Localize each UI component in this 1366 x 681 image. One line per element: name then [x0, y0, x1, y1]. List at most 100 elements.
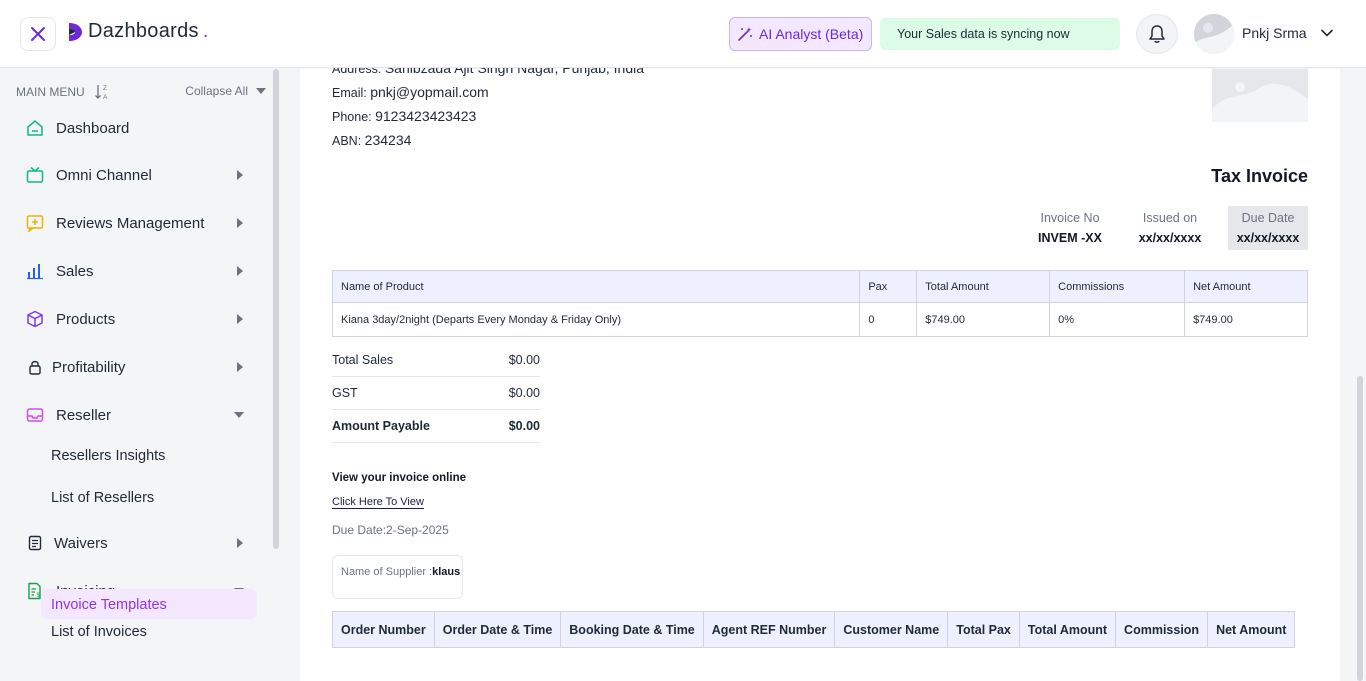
view-online-heading: View your invoice online — [332, 472, 466, 484]
total-value: $0.00 — [508, 353, 540, 367]
due-prefix: Due Date: — [332, 523, 387, 537]
sidebar-item-label: Omni Channel — [56, 166, 152, 184]
supplier-abn: ABN: 234234 — [332, 132, 411, 148]
sidebar-item-sales[interactable]: Sales — [16, 253, 260, 289]
issued-on-field: Issued on xx/xx/xxxx — [1134, 206, 1206, 250]
column-header: Customer Name — [834, 611, 949, 648]
chevron-right-icon — [237, 266, 243, 276]
svg-text:A: A — [103, 94, 108, 101]
column-header: Net Amount — [1207, 611, 1296, 648]
sidebar-item-label: Sales — [56, 262, 94, 280]
collapse-all-label: Collapse All — [185, 84, 248, 98]
caret-down-icon — [256, 88, 266, 94]
sort-icon[interactable]: ZA — [94, 83, 112, 101]
table-row: Kiana 3day/2night (Departs Every Monday … — [331, 302, 1308, 337]
table-cell: Kiana 3day/2night (Departs Every Monday … — [331, 302, 861, 337]
chevron-right-icon — [237, 538, 243, 548]
chevron-down-icon[interactable] — [1320, 26, 1334, 40]
brand-name: Dazhboards — [88, 20, 199, 42]
sidebar-item-omni-channel[interactable]: Omni Channel — [16, 157, 260, 193]
orders-table-header-row: Order Number Order Date & Time Booking D… — [332, 611, 1296, 648]
caret-down-icon — [234, 412, 244, 418]
abn-value: 234234 — [364, 132, 412, 148]
tv-icon — [24, 166, 46, 184]
sidebar-item-label: Reviews Management — [56, 214, 205, 232]
sidebar-item-label: Waivers — [54, 534, 108, 552]
email-value: pnkj@yopmail.com — [370, 84, 489, 100]
document-icon — [24, 535, 46, 551]
total-label: Total Sales — [332, 353, 394, 367]
sidebar-item-dashboard[interactable]: Dashboard — [16, 110, 260, 146]
phone-value: 9123423423423 — [375, 108, 477, 124]
column-header: Name of Product — [331, 270, 861, 303]
sidebar-item-reviews[interactable]: Reviews Management — [16, 205, 260, 241]
sidebar-item-products[interactable]: Products — [16, 301, 260, 337]
logo-placeholder-image — [1212, 69, 1308, 122]
invoice-number-value: INVEM -XX — [1038, 231, 1102, 245]
sync-status-badge: Your Sales data is syncing now — [880, 18, 1120, 50]
amount-payable-row: Amount Payable $0.00 — [332, 410, 540, 443]
phone-label: Phone: — [332, 110, 372, 124]
total-label: GST — [332, 386, 358, 400]
sidebar-subitem-list-of-resellers[interactable]: List of Resellers — [51, 490, 154, 506]
close-icon — [31, 27, 45, 41]
sidebar-item-label: Dashboard — [56, 119, 130, 137]
sidebar-scrollbar[interactable] — [273, 69, 279, 549]
chart-icon — [24, 262, 46, 280]
avatar[interactable] — [1194, 14, 1234, 54]
total-value: $0.00 — [508, 386, 540, 400]
review-icon — [24, 214, 46, 232]
gst-row: GST $0.00 — [332, 377, 540, 410]
view-invoice-link[interactable]: Click Here To View — [332, 496, 424, 509]
chevron-right-icon — [237, 218, 243, 228]
ai-analyst-button[interactable]: AI Analyst (Beta) — [729, 17, 872, 51]
column-header: Total Amount — [1018, 611, 1117, 648]
sidebar-subitem-invoice-templates[interactable]: Invoice Templates — [41, 589, 257, 619]
invoice-number-label: Invoice No — [1040, 211, 1100, 225]
email-label: Email: — [332, 86, 367, 100]
sidebar-item-label: Products — [56, 310, 116, 328]
product-table-header-row: Name of Product Pax Total Amount Commiss… — [331, 270, 1308, 303]
total-sales-row: Total Sales $0.00 — [332, 344, 540, 377]
sidebar-item-waivers[interactable]: Waivers — [16, 525, 260, 561]
lock-icon — [24, 359, 46, 375]
ai-analyst-label: AI Analyst (Beta) — [759, 26, 864, 42]
chevron-right-icon — [237, 170, 243, 180]
close-sidebar-button[interactable] — [20, 17, 56, 51]
column-header: Total Amount — [916, 270, 1051, 303]
sidebar-item-reseller[interactable]: Reseller — [16, 397, 260, 433]
chevron-right-icon — [237, 314, 243, 324]
column-header: Commissions — [1049, 270, 1186, 303]
invoice-number-field: Invoice No INVEM -XX — [1034, 206, 1106, 250]
due-date-text: 2-Sep-2025 — [386, 523, 449, 537]
main-menu-header: MAIN MENU ZA Collapse All — [16, 82, 266, 102]
notifications-button[interactable] — [1136, 14, 1178, 54]
column-header: Order Date & Time — [433, 611, 562, 648]
sidebar-item-profitability[interactable]: Profitability — [16, 349, 260, 385]
table-cell: 0 — [859, 302, 918, 337]
column-header: Booking Date & Time — [560, 611, 704, 648]
column-header: Pax — [859, 270, 918, 303]
table-cell: $749.00 — [916, 302, 1051, 337]
totals-summary: Total Sales $0.00 GST $0.00 Amount Payab… — [332, 344, 540, 443]
brand-logo[interactable]: Dazhboards. — [66, 20, 208, 43]
collapse-all-toggle[interactable]: Collapse All — [185, 84, 266, 98]
main-menu-label: MAIN MENU — [16, 85, 85, 99]
supplier-name-box: Name of Supplier :klaus — [332, 555, 463, 599]
due-date-label: Due Date — [1241, 211, 1295, 225]
table-cell: 0% — [1049, 302, 1186, 337]
sidebar-item-label: Reseller — [56, 406, 112, 424]
magic-wand-icon — [738, 27, 752, 41]
brand-dot: . — [202, 20, 209, 42]
column-header: Agent REF Number — [702, 611, 836, 648]
due-date-line: Due Date:2-Sep-2025 — [332, 523, 449, 537]
product-table: Name of Product Pax Total Amount Commiss… — [331, 270, 1308, 337]
sidebar-subitem-resellers-insights[interactable]: Resellers Insights — [51, 448, 165, 464]
user-name[interactable]: Pnkj Srma — [1242, 25, 1307, 41]
abn-label: ABN: — [332, 134, 362, 148]
main-scrollbar[interactable] — [1357, 376, 1363, 681]
home-icon — [24, 119, 46, 137]
orders-table: Order Number Order Date & Time Booking D… — [332, 611, 1296, 648]
sidebar-subitem-list-of-invoices[interactable]: List of Invoices — [51, 624, 147, 640]
image-placeholder-icon — [1212, 69, 1308, 122]
